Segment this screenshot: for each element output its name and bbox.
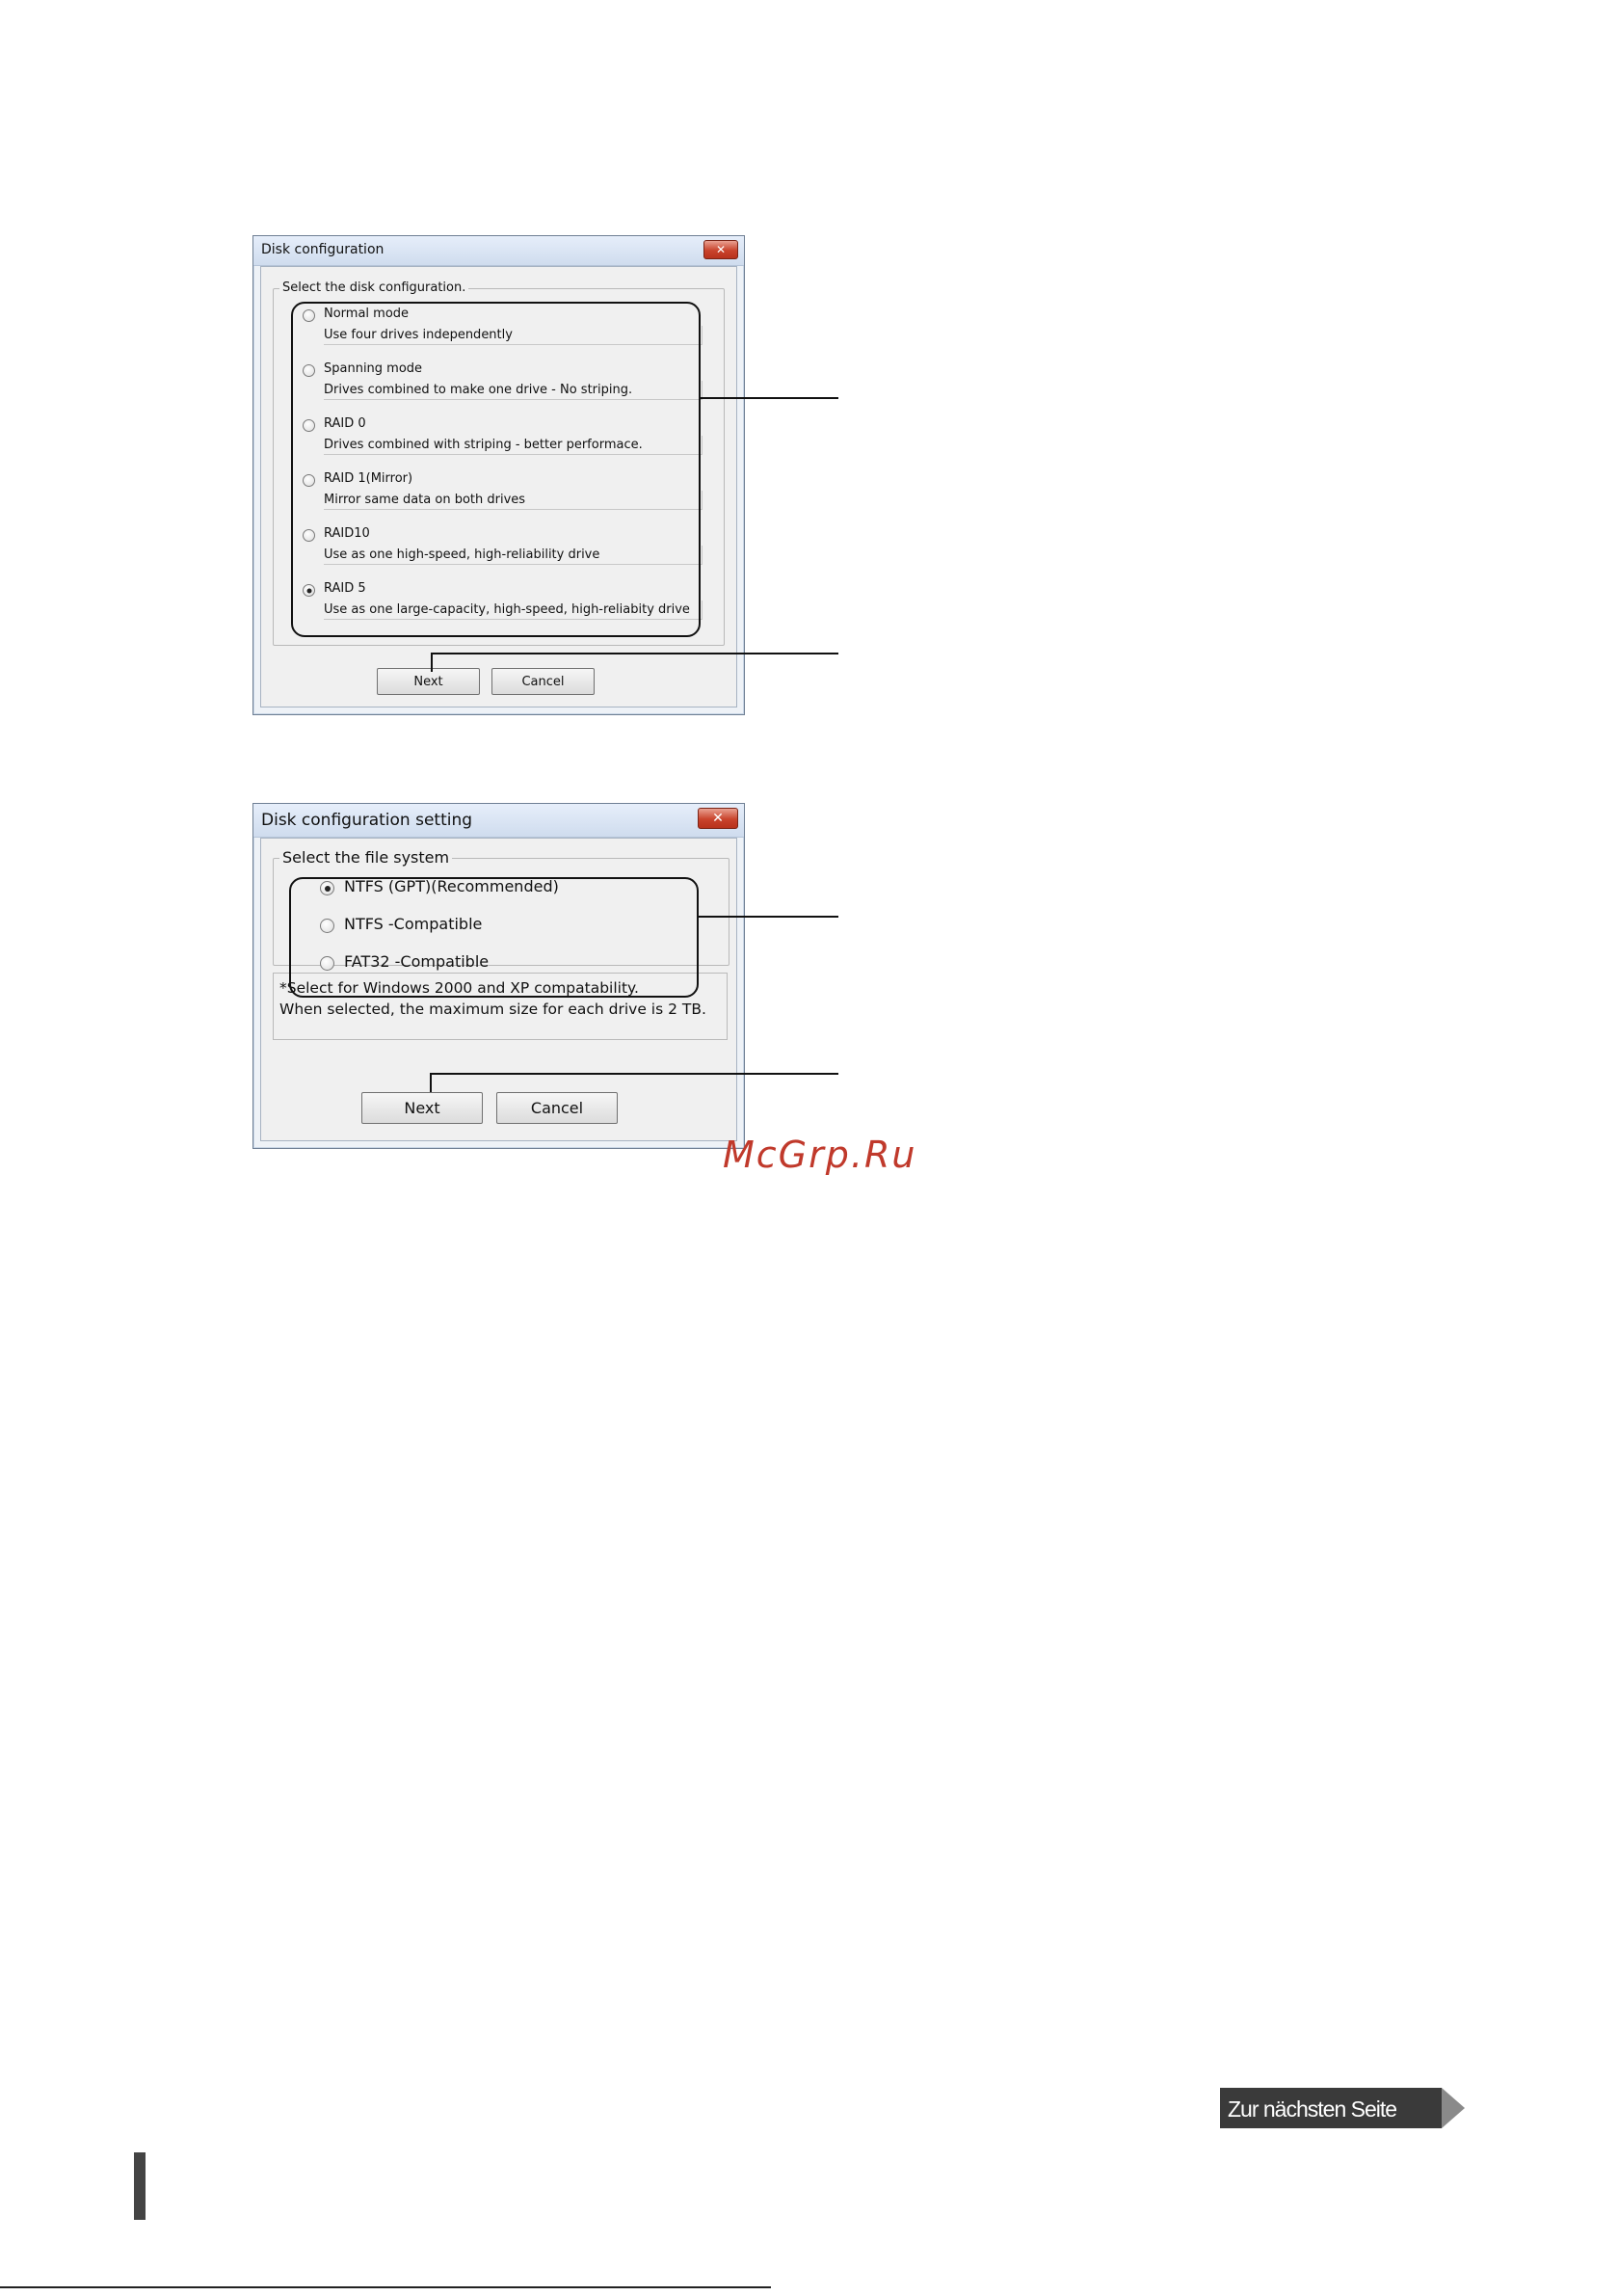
option-label: Spanning mode (324, 361, 423, 376)
option-description: Use four drives independently (324, 326, 703, 345)
compatibility-note: *Select for Windows 2000 and XP compatab… (273, 973, 728, 1040)
option-label: RAID10 (324, 526, 370, 541)
next-page-button[interactable]: Zur nächsten Seite wechseln (1220, 2088, 1442, 2162)
option-description: Use as one large-capacity, high-speed, h… (324, 601, 703, 620)
disk-mode-option[interactable]: Spanning mode Drives combined to make one… (274, 361, 724, 410)
option-label: RAID 0 (324, 416, 366, 431)
option-label: RAID 5 (324, 581, 366, 596)
next-leader-line-h (431, 653, 838, 654)
group-label: Select the disk configuration. (279, 280, 469, 295)
disk-mode-option[interactable]: Normal mode Use four drives independently (274, 307, 724, 355)
cancel-button[interactable]: Cancel (491, 668, 595, 695)
disk-configuration-dialog: Disk configuration ✕ Select the disk con… (252, 235, 745, 715)
options-leader-line (701, 397, 838, 399)
radio-button[interactable] (303, 419, 315, 432)
dialog-title: Disk configuration setting (261, 811, 473, 830)
radio-button[interactable] (320, 881, 334, 895)
dialog-title: Disk configuration (261, 242, 385, 257)
next-button[interactable]: Next (377, 668, 480, 695)
page-side-marker (134, 2152, 146, 2220)
note-line-1: *Select for Windows 2000 and XP compatab… (279, 979, 639, 997)
dialog-title-bar[interactable]: Disk configuration setting ✕ (253, 804, 744, 838)
file-system-option[interactable]: NTFS -Compatible (274, 914, 729, 941)
option-description: Drives combined with striping - better p… (324, 436, 703, 455)
option-description: Mirror same data on both drives (324, 491, 703, 510)
disk-mode-option[interactable]: RAID 0 Drives combined with striping - be… (274, 416, 724, 465)
file-system-option[interactable]: NTFS (GPT)(Recommended) (274, 876, 729, 903)
disk-mode-option[interactable]: RAID 5 Use as one large-capacity, high-sp… (274, 581, 724, 629)
disk-configuration-setting-dialog: Disk configuration setting ✕ Select the … (252, 803, 745, 1149)
option-label: RAID 1(Mirror) (324, 471, 413, 486)
close-icon[interactable]: ✕ (703, 240, 738, 259)
option-description: Drives combined to make one drive - No s… (324, 381, 703, 400)
option-label: Normal mode (324, 307, 410, 321)
radio-button[interactable] (320, 919, 334, 933)
file-system-group: Select the file system NTFS (GPT)(Recomm… (273, 848, 729, 971)
radio-button[interactable] (303, 529, 315, 542)
cancel-button[interactable]: Cancel (496, 1092, 618, 1124)
footer-rule (0, 2286, 771, 2288)
group-label: Select the file system (279, 848, 453, 867)
option-label: FAT32 -Compatible (344, 952, 490, 971)
watermark-text: McGrp.Ru (723, 1134, 917, 1176)
option-description: Use as one high-speed, high-reliability … (324, 546, 703, 565)
next-leader-line-v (430, 1073, 432, 1092)
radio-button[interactable] (303, 309, 315, 322)
disk-mode-option[interactable]: RAID10 Use as one high-speed, high-reliab… (274, 526, 724, 574)
note-line-2: When selected, the maximum size for each… (279, 1001, 706, 1018)
next-leader-line-v (431, 653, 433, 672)
dialog-title-bar[interactable]: Disk configuration ✕ (253, 236, 744, 266)
next-button[interactable]: Next (361, 1092, 483, 1124)
close-icon[interactable]: ✕ (698, 808, 738, 829)
options-leader-line (699, 916, 838, 918)
option-label: NTFS -Compatible (344, 915, 483, 933)
radio-button[interactable] (303, 474, 315, 487)
dialog-client-area: Select the disk configuration. Normal mo… (260, 266, 737, 707)
disk-configuration-group: Select the disk configuration. Normal mo… (273, 280, 725, 646)
dialog-client-area: Select the file system NTFS (GPT)(Recomm… (260, 838, 737, 1141)
option-label: NTFS (GPT)(Recommended) (344, 877, 559, 895)
radio-button[interactable] (303, 584, 315, 597)
next-leader-line-h (430, 1073, 838, 1075)
disk-mode-option[interactable]: RAID 1(Mirror) Mirror same data on both d… (274, 471, 724, 520)
radio-button[interactable] (320, 956, 334, 971)
arrow-right-icon[interactable] (1442, 2088, 1465, 2128)
radio-button[interactable] (303, 364, 315, 377)
